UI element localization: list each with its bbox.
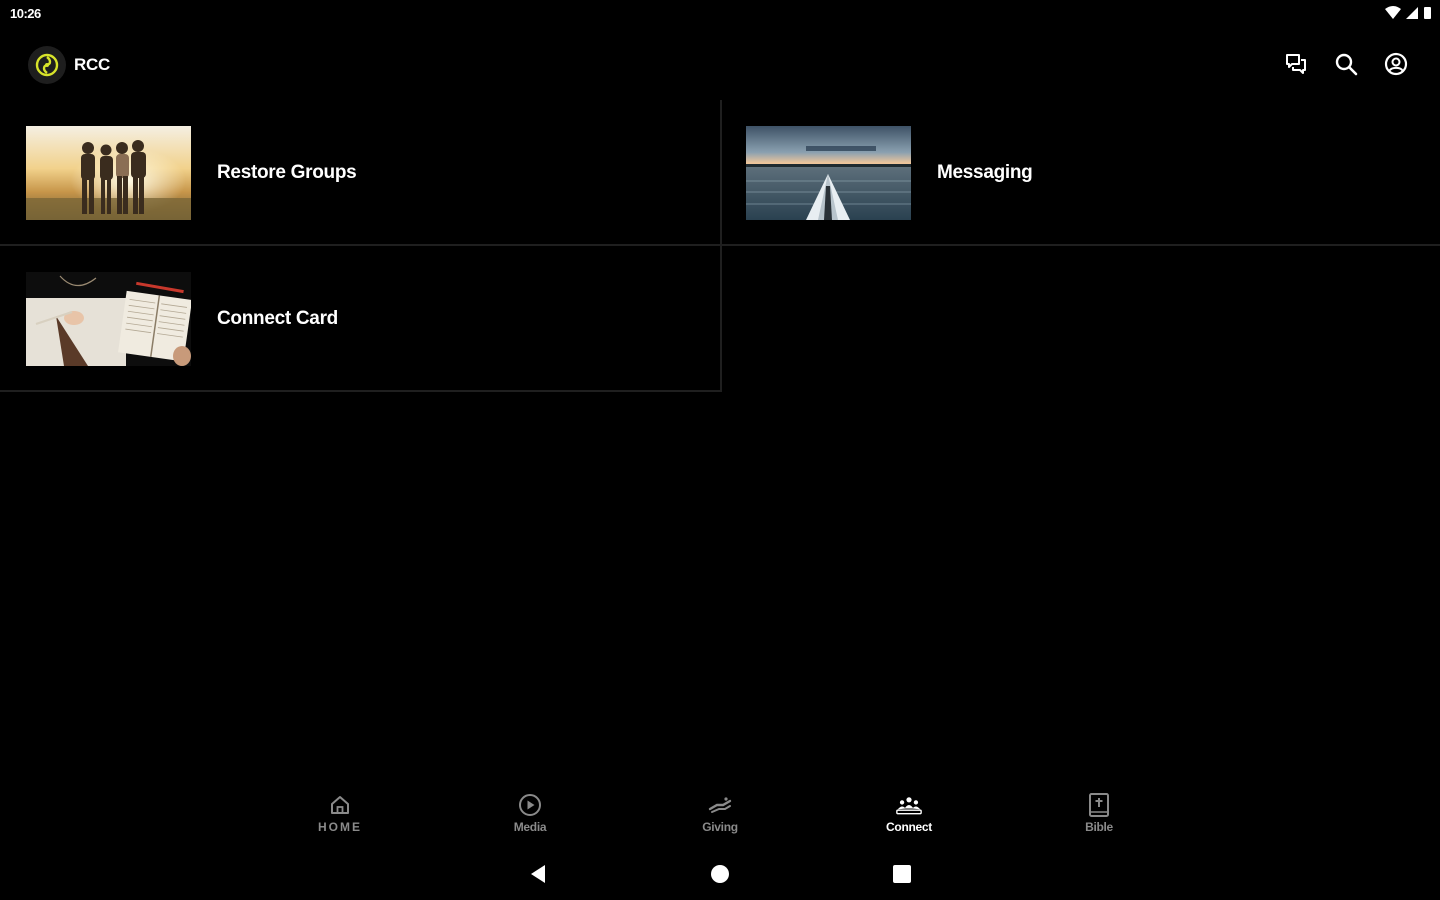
people-icon (896, 792, 922, 818)
account-icon[interactable] (1382, 50, 1410, 78)
home-circle-icon[interactable] (708, 862, 732, 886)
divider (0, 390, 722, 392)
tile-connect-card[interactable]: Connect Card (0, 246, 720, 392)
nav-label: HOME (318, 820, 362, 834)
nav-item-bible[interactable]: Bible (1039, 788, 1159, 844)
tile-messaging[interactable]: Messaging (720, 100, 1440, 246)
status-time: 10:26 (10, 6, 41, 21)
nav-item-giving[interactable]: Giving (660, 788, 780, 844)
tile-label: Restore Groups (217, 162, 357, 183)
group-sunset-photo (26, 126, 191, 220)
status-bar: 10:26 (0, 0, 1440, 28)
app-actions (1282, 50, 1410, 78)
status-icons (1385, 6, 1432, 20)
nav-item-connect[interactable]: Connect (849, 788, 969, 844)
tile-label: Connect Card (217, 308, 338, 329)
app-bar: RCC (0, 36, 1440, 92)
bible-notebook-photo (26, 272, 191, 366)
rcc-logo-icon[interactable] (28, 46, 66, 84)
play-icon (517, 792, 543, 818)
app-title: RCC (74, 55, 110, 74)
home-icon (327, 792, 353, 818)
bible-icon (1086, 792, 1112, 818)
wifi-icon (1385, 6, 1401, 19)
tile-restore-groups[interactable]: Restore Groups (0, 100, 720, 246)
kayak-lake-photo (746, 126, 911, 220)
nav-item-home[interactable]: HOME (280, 788, 400, 844)
giving-hand-icon (707, 792, 733, 818)
tile-label: Messaging (937, 162, 1033, 183)
signal-icon (1406, 7, 1418, 19)
recents-icon[interactable] (890, 862, 914, 886)
nav-label: Connect (886, 820, 932, 834)
nav-label: Bible (1085, 820, 1113, 834)
nav-item-media[interactable]: Media (470, 788, 590, 844)
search-icon[interactable] (1332, 50, 1360, 78)
back-icon[interactable] (526, 862, 550, 886)
divider (720, 100, 722, 392)
chat-icon[interactable] (1282, 50, 1310, 78)
bottom-navigation: HOME Media Giving Connect Bible (0, 788, 1440, 844)
nav-label: Giving (702, 820, 738, 834)
battery-icon (1424, 7, 1431, 19)
nav-label: Media (513, 820, 547, 834)
system-navigation-bar (0, 856, 1440, 892)
